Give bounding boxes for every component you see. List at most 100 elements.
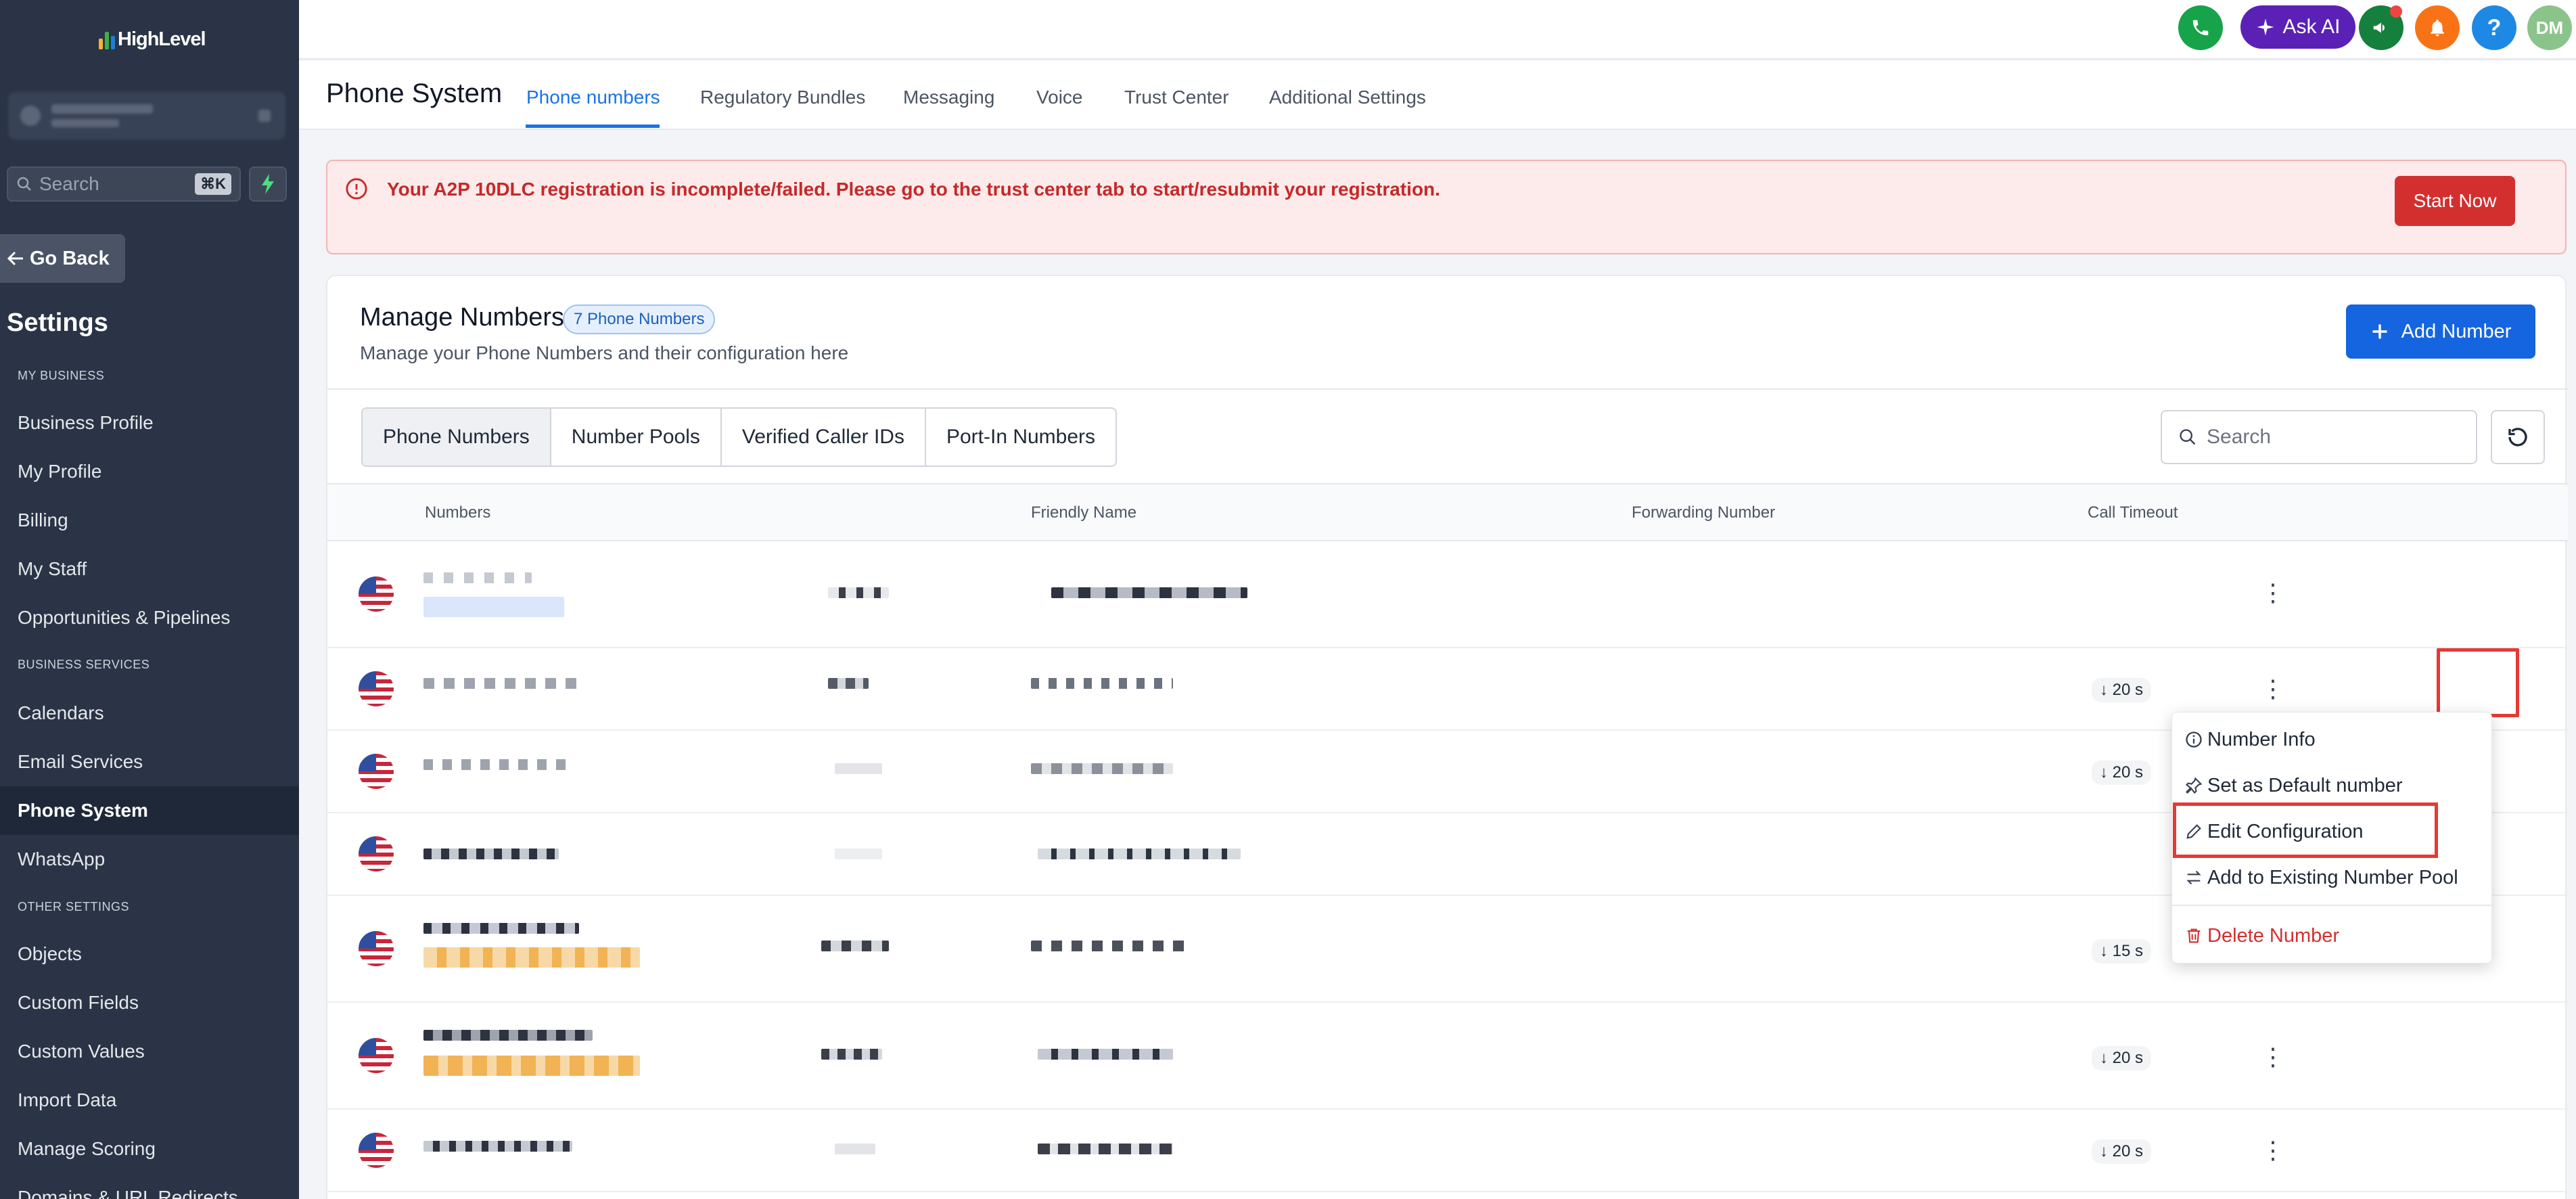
go-back-button[interactable]: Go Back	[0, 234, 125, 283]
tab-phone-numbers[interactable]: Phone numbers	[526, 87, 660, 108]
bell-icon	[2431, 20, 2444, 37]
logo-text: HighLevel	[118, 28, 206, 50]
us-flag-icon	[359, 1133, 394, 1168]
menu-item-add-to-pool[interactable]: Add to Existing Number Pool	[2172, 855, 2493, 901]
column-forwarding-number: Forwarding Number	[1632, 503, 1776, 522]
sidebar-item-billing[interactable]: Billing	[0, 496, 299, 545]
tab-additional-settings[interactable]: Additional Settings	[1269, 87, 1426, 108]
menu-item-label: Set as Default number	[2207, 774, 2403, 796]
redacted-number	[423, 759, 572, 770]
sidebar-item-email-services[interactable]: Email Services	[0, 738, 299, 786]
info-icon	[2186, 731, 2202, 748]
search-icon	[2180, 429, 2196, 445]
alert-message: Your A2P 10DLC registration is incomplet…	[387, 179, 1440, 200]
redacted-number	[423, 1030, 593, 1041]
sidebar-search-input[interactable]: Search ⌘K	[7, 166, 241, 202]
call-timeout-value: ↓ 20 s	[2092, 761, 2152, 785]
sidebar-item-calendars[interactable]: Calendars	[0, 689, 299, 738]
redacted-friendly-name	[1031, 763, 1173, 774]
sidebar-search-placeholder: Search	[39, 173, 99, 194]
search-shortcut-badge: ⌘K	[195, 173, 231, 195]
menu-item-number-info[interactable]: Number Info	[2172, 717, 2493, 763]
manage-numbers-title: Manage Numbers	[360, 303, 565, 332]
row-actions-button[interactable]: ⋮	[2259, 1136, 2286, 1164]
menu-item-set-default[interactable]: Set as Default number	[2172, 763, 2493, 809]
refresh-button[interactable]	[2491, 410, 2545, 464]
redacted-friendly-name	[1038, 1144, 1173, 1154]
row-actions-button[interactable]: ⋮	[2259, 675, 2286, 702]
tab-messaging[interactable]: Messaging	[903, 87, 994, 108]
sidebar-item-objects[interactable]: Objects	[0, 930, 299, 978]
segment-port-in-numbers[interactable]: Port-In Numbers	[926, 409, 1116, 466]
redacted-number	[423, 678, 579, 689]
sidebar-item-my-staff[interactable]: My Staff	[0, 545, 299, 593]
highlight-box-row-actions	[2437, 648, 2519, 717]
us-flag-icon	[359, 931, 394, 966]
help-button[interactable]: ?	[2472, 5, 2516, 50]
tab-regulatory-bundles[interactable]: Regulatory Bundles	[700, 87, 865, 108]
call-timeout-value: ↓ 20 s	[2092, 1046, 2152, 1070]
segment-phone-numbers[interactable]: Phone Numbers	[363, 409, 551, 466]
sidebar-item-custom-values[interactable]: Custom Values	[0, 1027, 299, 1076]
help-icon: ?	[2487, 14, 2502, 41]
sidebar-item-whatsapp[interactable]: WhatsApp	[0, 835, 299, 884]
redacted-number-tag	[423, 1056, 640, 1076]
trash-icon	[2187, 928, 2201, 943]
table-row[interactable]: ↓ 20 s ⋮	[327, 1003, 2568, 1110]
info-circle-icon	[346, 178, 367, 200]
table-row[interactable]: ⋮	[327, 541, 2568, 648]
sidebar-item-manage-scoring[interactable]: Manage Scoring	[0, 1125, 299, 1173]
sidebar-item-phone-system[interactable]: Phone System	[0, 786, 299, 835]
section-heading-my-business: MY BUSINESS	[18, 369, 114, 383]
ask-ai-button[interactable]: Ask AI	[2240, 5, 2355, 49]
arrow-left-icon	[7, 251, 23, 266]
redacted-cell	[835, 1144, 875, 1154]
redacted-number-tag	[423, 947, 640, 968]
sidebar-item-business-profile[interactable]: Business Profile	[0, 399, 299, 447]
quick-actions-button[interactable]	[249, 166, 287, 202]
settings-title: Settings	[7, 309, 108, 337]
top-bar: Ask AI ? DM	[299, 0, 2576, 60]
row-actions-button[interactable]: ⋮	[2259, 1043, 2286, 1070]
sidebar: HighLevel Search ⌘K Go Back Settings MY …	[0, 0, 299, 1199]
us-flag-icon	[359, 754, 394, 789]
menu-item-delete-number[interactable]: Delete Number	[2172, 913, 2493, 959]
highlight-box-edit-configuration	[2173, 802, 2438, 858]
table-search-input[interactable]: Search	[2161, 410, 2477, 464]
tab-voice[interactable]: Voice	[1036, 87, 1083, 108]
sidebar-item-my-profile[interactable]: My Profile	[0, 447, 299, 496]
menu-divider	[2172, 905, 2493, 906]
page-title: Phone System	[326, 78, 503, 108]
sidebar-item-opportunities[interactable]: Opportunities & Pipelines	[0, 593, 299, 642]
start-now-button[interactable]: Start Now	[2395, 176, 2515, 226]
redacted-cell	[828, 587, 889, 598]
sub-navigation: Phone System Phone numbers Regulatory Bu…	[299, 61, 2576, 130]
account-switcher[interactable]	[8, 92, 285, 139]
notification-dot	[2390, 5, 2402, 18]
notifications-button[interactable]	[2415, 5, 2460, 50]
go-back-label: Go Back	[30, 247, 110, 269]
redacted-friendly-name	[1038, 849, 1241, 859]
redacted-number	[423, 1141, 572, 1152]
sidebar-item-custom-fields[interactable]: Custom Fields	[0, 978, 299, 1027]
table-row[interactable]: ↓ 20 s ⋮	[327, 1110, 2568, 1192]
sidebar-item-domains[interactable]: Domains & URL Redirects	[0, 1173, 299, 1199]
avatar[interactable]: DM	[2527, 5, 2572, 50]
call-timeout-value: ↓ 20 s	[2092, 1139, 2152, 1164]
highlevel-logo[interactable]: HighLevel	[99, 26, 206, 53]
search-icon	[17, 177, 31, 191]
pin-icon	[2185, 777, 2203, 794]
tab-trust-center[interactable]: Trust Center	[1124, 87, 1229, 108]
announcements-button[interactable]	[2359, 5, 2404, 50]
row-actions-button[interactable]: ⋮	[2259, 579, 2286, 606]
sparkle-icon	[2257, 18, 2274, 36]
swap-arrows-icon	[2186, 870, 2201, 885]
segment-verified-caller-ids[interactable]: Verified Caller IDs	[722, 409, 926, 466]
segment-number-pools[interactable]: Number Pools	[551, 409, 722, 466]
us-flag-icon	[359, 1038, 394, 1073]
app-root: HighLevel Search ⌘K Go Back Settings MY …	[0, 0, 2576, 1199]
add-number-button[interactable]: Add Number	[2346, 304, 2535, 359]
redacted-friendly-name	[1038, 1049, 1173, 1060]
sidebar-item-import-data[interactable]: Import Data	[0, 1076, 299, 1125]
phone-button[interactable]	[2178, 5, 2223, 50]
